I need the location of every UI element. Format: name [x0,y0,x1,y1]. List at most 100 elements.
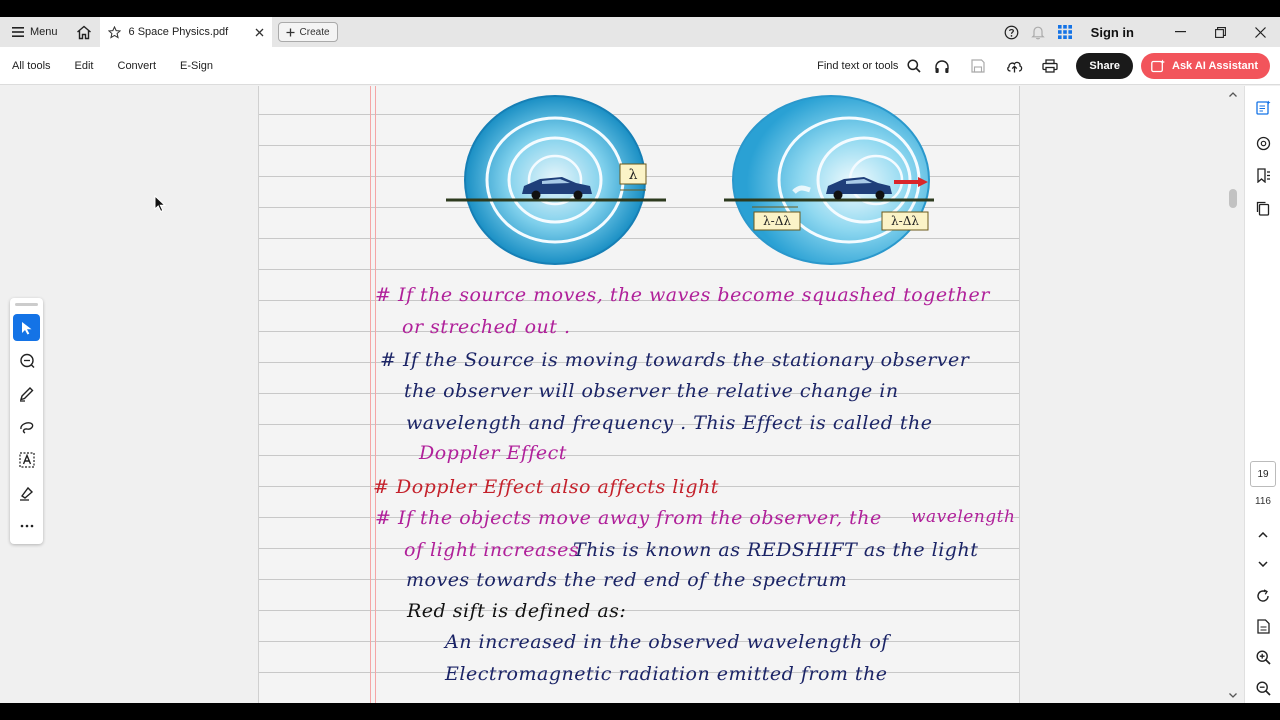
upload-button[interactable] [996,47,1032,85]
printer-icon [1042,59,1059,73]
esign-link[interactable]: E-Sign [168,60,225,72]
print-button[interactable] [1032,47,1068,85]
note-line: # If the objects move away from the obse… [375,507,882,529]
document-lines-icon [1256,618,1270,634]
signature-pen-icon [19,486,33,501]
page-display-button[interactable] [1245,613,1280,639]
highlight-tool-button[interactable] [13,380,40,407]
home-icon [76,25,91,39]
mouse-pointer-icon [154,195,166,213]
bell-icon [1031,26,1045,39]
bookmark-icon [1256,167,1270,183]
comments-panel-button[interactable] [1245,130,1280,156]
chevron-down-icon [1258,561,1268,567]
top-bezel [0,0,1280,17]
note-line: Red sift is defined as: [407,600,627,622]
zoom-in-icon [1255,649,1271,665]
tab-bar: Menu 6 Space Physics.pdf Create Sign in [0,17,1280,47]
convert-link[interactable]: Convert [106,60,169,72]
comment-at-icon [1256,136,1270,150]
ai-assistant-label: Ask AI Assistant [1172,60,1258,72]
bookmarks-panel-button[interactable] [1245,162,1280,188]
save-button[interactable] [960,47,996,85]
share-button[interactable]: Share [1076,53,1133,79]
scroll-down-arrow[interactable] [1226,689,1240,701]
search-icon [907,59,922,73]
acrobat-window: Menu 6 Space Physics.pdf Create Sign in [0,0,1280,720]
comment-tool-button[interactable] [13,347,40,374]
close-tab-icon[interactable] [255,28,264,37]
ai-panel-button[interactable] [1245,94,1280,120]
chevron-down-icon [1229,692,1237,698]
find-button[interactable] [904,47,924,85]
note-line: of light increases . [404,539,593,561]
ask-ai-assistant-button[interactable]: Ask AI Assistant [1141,53,1270,79]
apps-button[interactable] [1052,17,1079,47]
pages-panel-button[interactable] [1245,195,1280,221]
more-tools-button[interactable] [13,512,40,539]
vertical-scrollbar[interactable] [1226,86,1240,703]
zoom-in-button[interactable] [1245,644,1280,670]
shorter-wavelength-label: λ-Δλ [763,214,791,228]
previous-page-button[interactable] [1245,522,1280,548]
text-tool-button[interactable] [13,446,40,473]
zoom-out-button[interactable] [1245,675,1280,701]
sign-tool-button[interactable] [13,479,40,506]
star-icon[interactable] [107,25,121,39]
lambda-label: λ [629,167,638,183]
more-horizontal-icon [20,524,33,527]
minimize-icon [1174,31,1186,33]
panel-grip[interactable] [15,303,38,306]
quick-tools-panel [10,298,43,544]
doppler-illustration: λ λ-Δλ λ-Δλ [446,95,934,265]
select-tool-button[interactable] [13,314,40,341]
note-line: wavelength [911,507,1016,527]
sign-in-link[interactable]: Sign in [1091,25,1134,40]
home-button[interactable] [70,17,98,47]
note-line: # Doppler Effect also affects light [373,476,719,498]
total-pages-label: 116 [1255,496,1271,507]
draw-tool-button[interactable] [13,413,40,440]
find-text-button[interactable]: Find text or tools [817,60,898,72]
text-box-icon [18,451,35,468]
plus-icon [286,28,295,36]
minimize-button[interactable] [1160,17,1200,47]
note-heading: Doppler Effect [419,442,567,464]
comment-icon [19,353,34,368]
current-page-input[interactable]: 19 [1250,461,1276,487]
tabbar-right: Sign in [998,17,1280,47]
read-aloud-button[interactable] [924,47,960,85]
ai-document-icon [1255,100,1270,115]
edit-link[interactable]: Edit [63,60,106,72]
document-tab[interactable]: 6 Space Physics.pdf [99,17,272,47]
pdf-page[interactable]: λ λ-Δλ λ-Δλ # If the source moves, the w… [258,86,1020,703]
front-wavelength-label: λ-Δλ [891,214,919,228]
scroll-up-arrow[interactable] [1226,88,1240,100]
close-window-button[interactable] [1240,17,1280,47]
scroll-thumb[interactable] [1229,189,1237,208]
rotate-button[interactable] [1245,583,1280,609]
help-icon [1004,25,1019,39]
apps-grid-icon [1058,25,1073,39]
page-margin-line [370,86,376,703]
hamburger-icon [12,27,24,37]
menu-button[interactable]: Menu [0,17,70,47]
headphones-icon [935,59,950,73]
pen-icon [19,386,33,402]
next-page-button[interactable] [1245,551,1280,577]
note-line: moves towards the red end of the spectru… [406,569,848,591]
zoom-out-icon [1255,680,1271,696]
help-button[interactable] [998,17,1025,47]
restore-icon [1214,26,1226,38]
note-line: This is known as REDSHIFT as the light [573,539,979,561]
notifications-button[interactable] [1025,17,1052,47]
ai-assistant-icon [1151,59,1165,73]
right-side-rail: 19 116 [1244,86,1280,703]
cursor-arrow-icon [21,321,31,334]
create-button[interactable]: Create [277,22,338,42]
rotate-icon [1257,589,1269,602]
all-tools-link[interactable]: All tools [0,60,63,72]
cloud-upload-icon [1007,61,1023,73]
copy-pages-icon [1256,201,1270,216]
restore-button[interactable] [1200,17,1240,47]
